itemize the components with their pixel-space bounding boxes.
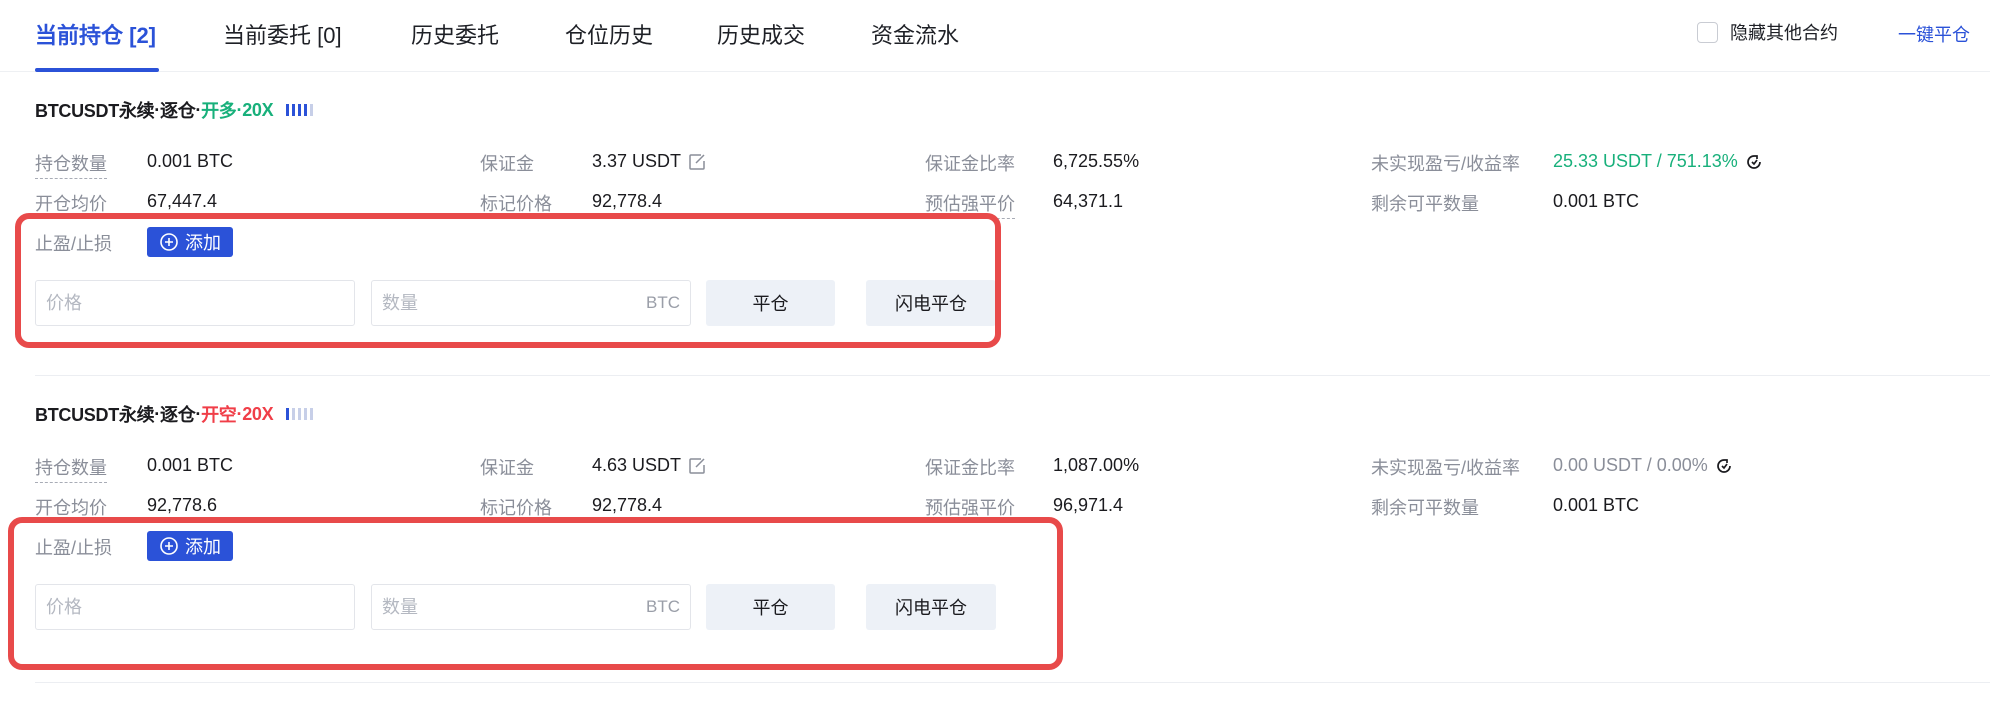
position-tabs-bar: 当前持仓 [2] 当前委托 [0] 历史委托 仓位历史 历史成交 资金流水 隐藏… — [0, 0, 1990, 72]
position-divider — [35, 375, 1990, 376]
leverage: 20X — [242, 403, 274, 424]
closable-value: 0.001 BTC — [1553, 495, 1640, 515]
size-value: 0.001 BTC — [147, 455, 234, 475]
share-pnl-icon[interactable] — [1744, 152, 1764, 172]
tab-open-orders[interactable]: 当前委托 [0] — [223, 18, 342, 50]
pnl-value-wrap: 25.33 USDT / 751.13% — [1553, 151, 1764, 172]
hide-other-checkbox[interactable] — [1697, 21, 1718, 43]
margin-ratio-label: 保证金比率 — [925, 458, 1015, 478]
margin-mode: 逐仓 — [160, 101, 196, 121]
margin-mode: 逐仓 — [160, 405, 196, 425]
risk-level-bars — [286, 104, 314, 116]
position-divider — [35, 682, 1990, 683]
tab-funding-flow[interactable]: 资金流水 — [871, 18, 959, 50]
tab-trade-history[interactable]: 历史成交 — [717, 18, 805, 50]
position-side: 开多 — [201, 101, 237, 121]
mark-price-value: 92,778.4 — [592, 495, 663, 515]
highlight-box — [8, 517, 1063, 670]
size-label: 持仓数量 — [35, 150, 107, 179]
margin-value: 4.63 USDT — [592, 455, 682, 475]
hide-other-contracts-toggle[interactable]: 隐藏其他合约 — [1697, 20, 1838, 44]
tab-current-positions[interactable]: 当前持仓 [2] — [35, 18, 156, 50]
size-value: 0.001 BTC — [147, 151, 234, 171]
position-title: BTCUSDT永续 · 逐仓 · 开多 · 20X — [35, 98, 314, 122]
risk-level-bars — [286, 408, 314, 420]
liq-price-value: 64,371.1 — [1053, 191, 1124, 211]
closable-label: 剩余可平数量 — [1371, 498, 1479, 518]
position-title: BTCUSDT永续 · 逐仓 · 开空 · 20X — [35, 402, 314, 426]
margin-ratio-label: 保证金比率 — [925, 154, 1015, 174]
entry-price-value: 67,447.4 — [147, 191, 218, 211]
pnl-value: 25.33 USDT / 751.13% — [1553, 151, 1738, 171]
liq-price-value: 96,971.4 — [1053, 495, 1124, 515]
highlight-box — [15, 213, 1001, 348]
closable-value: 0.001 BTC — [1553, 191, 1640, 211]
pnl-value: 0.00 USDT / 0.00% — [1553, 455, 1708, 475]
close-all-button[interactable]: 一键平仓 — [1898, 21, 1970, 47]
margin-ratio-value: 6,725.55% — [1053, 151, 1140, 171]
position-side: 开空 — [201, 405, 237, 425]
position-symbol: BTCUSDT永续 — [35, 101, 155, 121]
edit-margin-icon[interactable] — [687, 456, 707, 476]
tab-order-history[interactable]: 历史委托 — [411, 18, 499, 50]
entry-price-value: 92,778.6 — [147, 495, 218, 515]
hide-other-label: 隐藏其他合约 — [1730, 23, 1838, 43]
pnl-label: 未实现盈亏/收益率 — [1371, 154, 1521, 174]
pnl-label: 未实现盈亏/收益率 — [1371, 458, 1521, 478]
mark-price-value: 92,778.4 — [592, 191, 663, 211]
active-tab-indicator — [35, 68, 159, 72]
closable-label: 剩余可平数量 — [1371, 194, 1479, 214]
margin-ratio-value: 1,087.00% — [1053, 455, 1140, 475]
margin-value-wrap: 4.63 USDT — [592, 455, 707, 476]
share-pnl-icon[interactable] — [1714, 456, 1734, 476]
margin-label: 保证金 — [480, 154, 534, 174]
margin-value-wrap: 3.37 USDT — [592, 151, 707, 172]
leverage: 20X — [242, 99, 274, 120]
margin-label: 保证金 — [480, 458, 534, 478]
pnl-value-wrap: 0.00 USDT / 0.00% — [1553, 455, 1734, 476]
edit-margin-icon[interactable] — [687, 152, 707, 172]
tab-position-history[interactable]: 仓位历史 — [565, 18, 653, 50]
position-symbol: BTCUSDT永续 — [35, 405, 155, 425]
size-label: 持仓数量 — [35, 454, 107, 483]
margin-value: 3.37 USDT — [592, 151, 682, 171]
